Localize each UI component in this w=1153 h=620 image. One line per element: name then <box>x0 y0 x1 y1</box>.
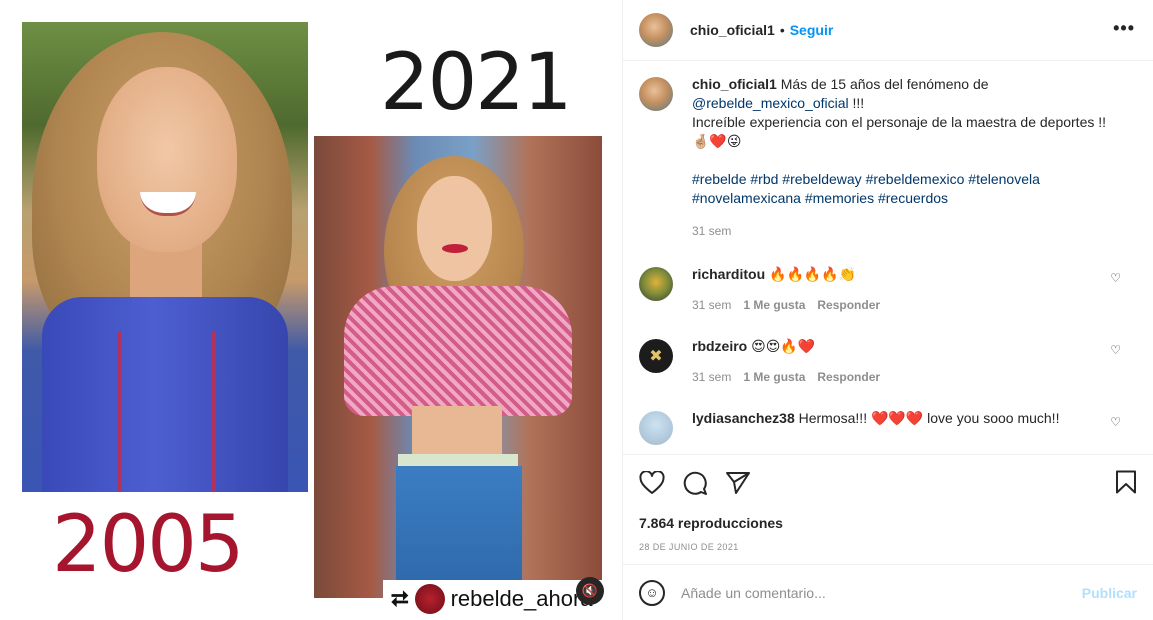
separator-dot: • <box>779 22 785 38</box>
comment-username[interactable]: richarditou <box>692 266 765 282</box>
caption-line-2: Increíble experiencia con el personaje d… <box>692 114 1107 130</box>
like-comment-heart-icon[interactable]: ♡ <box>1110 415 1121 429</box>
caption-timestamp[interactable]: 31 sem <box>692 222 731 241</box>
publish-button[interactable]: Publicar <box>1082 585 1137 601</box>
year-label-2021: 2021 <box>380 38 573 128</box>
comment-item: ✖ rbdzeiro 😍😍🔥❤️ 31 sem 1 Me gusta Respo… <box>639 337 1137 387</box>
like-heart-icon[interactable] <box>639 471 665 495</box>
comment-likes[interactable]: 1 Me gusta <box>743 368 805 387</box>
comment-text: Hermosa!!! ❤️❤️❤️ love you sooo much!! <box>798 410 1060 426</box>
comment-item: richarditou 🔥🔥🔥🔥👏 31 sem 1 Me gusta Resp… <box>639 265 1137 315</box>
caption-text: Más de 15 años del fenómeno de <box>780 76 989 92</box>
post-modal: 2005 2021 ⮂ rebelde_ahora 🔇 chio_oficial… <box>0 0 1153 620</box>
follow-button[interactable]: Seguir <box>790 22 834 38</box>
mention-link[interactable]: @rebelde_mexico_oficial <box>692 95 849 111</box>
share-paper-plane-icon[interactable] <box>725 471 751 495</box>
speaker-muted-icon[interactable]: 🔇 <box>576 577 604 605</box>
avatar[interactable] <box>639 267 673 301</box>
comment-username[interactable]: rbdzeiro <box>692 338 747 354</box>
view-count[interactable]: 7.864 reproducciones <box>639 515 1137 531</box>
hashtags-line-2[interactable]: #novelamexicana #memories #recuerdos <box>692 189 1137 208</box>
avatar[interactable]: ✖ <box>639 339 673 373</box>
post-header: chio_oficial1 • Seguir ••• <box>623 0 1153 61</box>
comment-username[interactable]: lydiasanchez38 <box>692 410 795 426</box>
comment-timestamp[interactable]: 31 sem <box>692 368 731 387</box>
comments-list[interactable]: chio_oficial1 Más de 15 años del fenómen… <box>623 61 1153 454</box>
comment-likes[interactable]: 1 Me gusta <box>743 296 805 315</box>
like-comment-heart-icon[interactable]: ♡ <box>1110 271 1121 285</box>
avatar[interactable] <box>639 77 673 111</box>
caption-emojis: 🤞🏼❤️😜 <box>692 133 742 149</box>
comment-composer: ☺ Publicar <box>623 564 1153 620</box>
post-media[interactable]: 2005 2021 ⮂ rebelde_ahora 🔇 <box>0 0 623 620</box>
comment-bubble-icon[interactable] <box>682 470 708 496</box>
repost-handle: rebelde_ahora <box>450 586 593 611</box>
bookmark-icon[interactable] <box>1115 470 1137 497</box>
comment-input[interactable] <box>681 584 1082 601</box>
caption: chio_oficial1 Más de 15 años del fenómen… <box>639 75 1137 241</box>
avatar[interactable] <box>639 411 673 445</box>
comment-timestamp[interactable]: 31 sem <box>692 296 731 315</box>
avatar[interactable] <box>639 13 673 47</box>
comment-text: 🔥🔥🔥🔥👏 <box>769 266 857 282</box>
comment-text: 😍😍🔥❤️ <box>751 338 816 354</box>
caption-username[interactable]: chio_oficial1 <box>692 76 777 92</box>
comment-item: lydiasanchez38 Hermosa!!! ❤️❤️❤️ love yo… <box>639 409 1137 445</box>
reply-button[interactable]: Responder <box>817 296 880 315</box>
hashtags-line-1[interactable]: #rebelde #rbd #rebeldeway #rebeldemexico… <box>692 170 1137 189</box>
post-actions: 7.864 reproducciones 28 DE JUNIO DE 2021 <box>623 454 1153 564</box>
post-date[interactable]: 28 DE JUNIO DE 2021 <box>639 542 1137 552</box>
author-username[interactable]: chio_oficial1 <box>690 22 775 38</box>
post-sidebar: chio_oficial1 • Seguir ••• chio_oficial1… <box>623 0 1153 620</box>
photo-2005 <box>22 22 308 492</box>
reply-button[interactable]: Responder <box>817 368 880 387</box>
like-comment-heart-icon[interactable]: ♡ <box>1110 343 1121 357</box>
repost-avatar <box>414 584 445 614</box>
more-options-icon[interactable]: ••• <box>1113 18 1135 39</box>
emoji-picker-icon[interactable]: ☺ <box>639 579 665 606</box>
repost-watermark: ⮂ rebelde_ahora <box>383 580 605 618</box>
photo-2021 <box>314 136 602 598</box>
year-label-2005: 2005 <box>52 500 245 590</box>
repost-icon: ⮂ <box>391 586 409 611</box>
caption-text-exclaim: !!! <box>848 95 865 111</box>
